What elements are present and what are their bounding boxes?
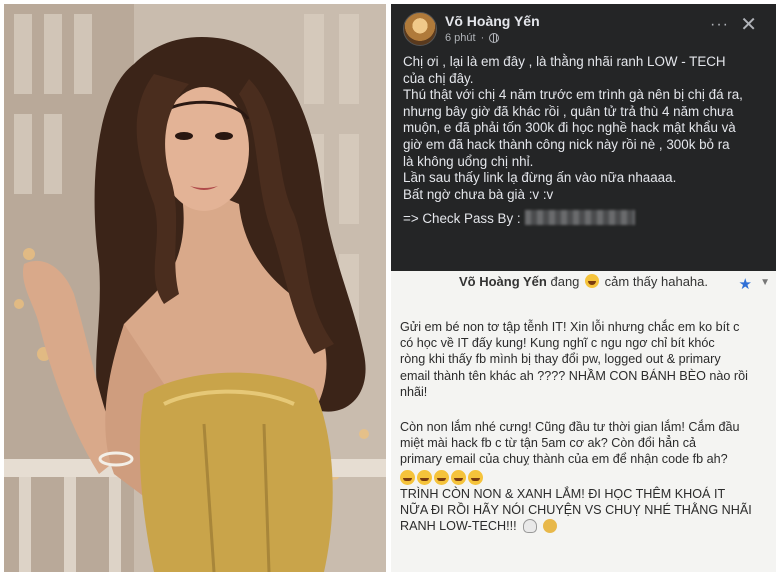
post-line: Bất ngờ chưa bà già :v :v <box>403 186 554 202</box>
globe-icon[interactable] <box>489 33 500 43</box>
post-line-last: RANH LOW-TECH!!! <box>400 518 772 534</box>
star-icon[interactable]: ★ <box>739 275 752 293</box>
post-header: Võ Hoàng Yến đang cảm thấy hahaha. <box>391 274 776 296</box>
laughing-emoji-icon <box>468 469 483 485</box>
post-text: RANH LOW-TECH!!! <box>400 519 517 534</box>
avatar[interactable] <box>403 12 437 46</box>
post-line: của chị đây. <box>403 70 474 86</box>
hacker-post-dark: Võ Hoàng Yến 6 phút · ··· ✕ Chị ơi , lại… <box>391 4 776 271</box>
post-line: là không uổng chị nhỉ. <box>403 153 534 169</box>
laughing-emoji-icon <box>451 469 466 485</box>
post-line: nhưng bây giờ đã khác rồi , quân tử trả … <box>403 103 734 119</box>
post-line: giờ em đã hack thành công nick này rồi n… <box>403 136 730 152</box>
post-line: Gửi em bé non tơ tập tễnh IT! Xin lỗi nh… <box>400 320 740 334</box>
reply-post-light: Võ Hoàng Yến đang cảm thấy hahaha. ★ ▼ G… <box>391 271 776 572</box>
post-header: Võ Hoàng Yến 6 phút · ··· ✕ <box>403 12 763 48</box>
laughing-emoji-icon <box>417 469 432 485</box>
post-meta: 6 phút · <box>445 32 500 44</box>
post-line: primary email của chuỵ thành của em để n… <box>400 452 728 467</box>
chevron-down-icon[interactable]: ▼ <box>760 277 770 288</box>
woman-portrait-photo <box>4 4 386 572</box>
laughing-emoji-icon <box>585 274 600 288</box>
post-body: Chị ơi , lại là em đây , là thằng nhãi r… <box>403 54 765 228</box>
post-line: miệt mài hack fb c từ tận 5am cơ ak? Còn… <box>400 436 696 451</box>
author-name[interactable]: Võ Hoàng Yến <box>445 13 540 29</box>
skull-emoji-icon <box>523 519 538 534</box>
portrait-illustration <box>4 4 386 572</box>
feeling-text: cảm thấy hahaha. <box>604 274 709 289</box>
laughing-emoji-icon <box>400 469 415 485</box>
check-pass-label: => Check Pass By : <box>403 211 521 227</box>
laughing-emoji-row <box>400 469 483 485</box>
post-line: Chị ơi , lại là em đây , là thằng nhãi r… <box>403 54 726 69</box>
close-icon[interactable]: ✕ <box>740 12 757 37</box>
post-line: có học về IT đấy kung! Kung nghĩ c ngu n… <box>400 336 715 351</box>
more-dots-icon[interactable]: ··· <box>710 16 729 34</box>
nauseated-emoji-icon <box>542 519 557 534</box>
post-body: Gửi em bé non tơ tập tễnh IT! Xin lỗi nh… <box>400 319 772 534</box>
check-pass-line: => Check Pass By : <box>403 210 765 228</box>
post-line: email thành tên khác ah ???? NHẦM CON BÁ… <box>400 368 748 383</box>
post-line: Còn non lắm nhé cưng! Cũng đầu tư thời g… <box>400 420 740 435</box>
post-line: muộn, e đã phải tốn 300k đi học nghề hac… <box>403 120 736 136</box>
post-line: NỮA ĐI RỒI HÃY NÓI CHUYỆN VS CHUỴ NHÉ TH… <box>400 503 752 518</box>
post-line: Thú thật với chị 4 năm trước em trình gà… <box>403 87 743 103</box>
post-time[interactable]: 6 phút <box>445 32 476 44</box>
laughing-emoji-icon <box>434 469 449 485</box>
author-name[interactable]: Võ Hoàng Yến <box>459 274 547 289</box>
post-line: nhãi! <box>400 384 428 399</box>
blurred-name <box>524 210 635 226</box>
post-line: TRÌNH CÒN NON & XANH LẮM! ĐI HỌC THÊM KH… <box>400 486 726 501</box>
status-before: đang <box>550 274 580 289</box>
emoji-line <box>400 469 772 486</box>
post-line: ròng khi thấy fb mình bị thay đổi pw, lo… <box>400 352 721 367</box>
post-line: Lần sau thấy link lạ đừng ấn vào nữa nha… <box>403 170 677 186</box>
